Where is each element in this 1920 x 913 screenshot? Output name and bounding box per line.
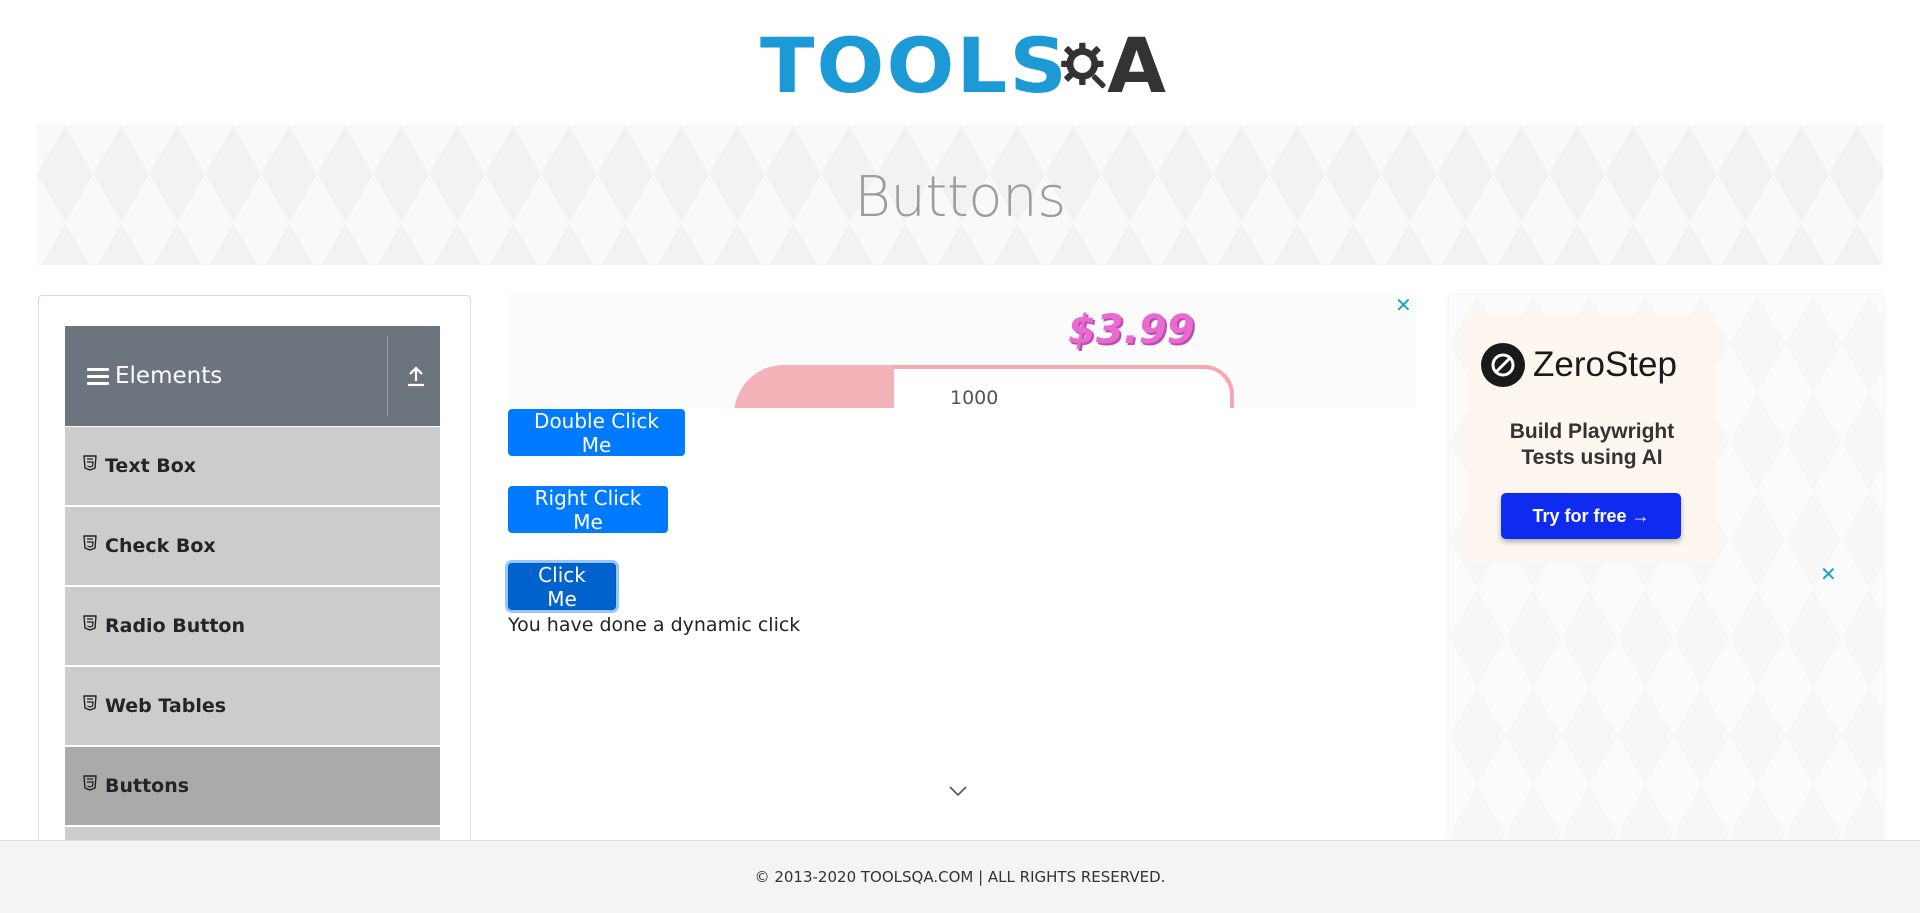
sidebar-item-label: Check Box xyxy=(105,535,216,557)
html5-icon xyxy=(83,455,97,471)
footer-copyright: © 2013-2020 TOOLSQA.COM | ALL RIGHTS RES… xyxy=(754,868,1166,886)
page-banner: Buttons xyxy=(37,125,1883,265)
sidebar-item-label: Web Tables xyxy=(105,695,227,717)
sidebar-item-text-box[interactable]: Text Box xyxy=(65,427,440,505)
logo-text-a: A xyxy=(1107,21,1166,110)
sidebar-item-check-box[interactable]: Check Box xyxy=(65,507,440,585)
right-click-button[interactable]: Right Click Me xyxy=(508,486,668,534)
ad-sidebar-right[interactable]: ZeroStep Build Playwright Tests using AI… xyxy=(1449,295,1883,840)
zerostep-ad-card[interactable]: ZeroStep Build Playwright Tests using AI… xyxy=(1467,313,1717,563)
sidebar-item-buttons[interactable]: Buttons xyxy=(65,747,440,825)
sidebar-item-radio-button[interactable]: Radio Button xyxy=(65,587,440,665)
zerostep-logo-icon xyxy=(1481,343,1525,387)
zerostep-logo: ZeroStep xyxy=(1481,343,1677,387)
zerostep-tagline: Build Playwright Tests using AI xyxy=(1467,419,1717,471)
chevron-down-icon[interactable] xyxy=(948,784,968,798)
try-for-free-button[interactable]: Try for free → xyxy=(1501,493,1681,539)
close-icon[interactable]: ✕ xyxy=(1820,562,1837,586)
sidebar-item-label: Radio Button xyxy=(105,615,245,637)
dynamic-click-message: You have done a dynamic click xyxy=(508,614,801,636)
sidebar: Elements Text Box Check Box Radio Button… xyxy=(38,295,471,855)
double-click-button[interactable]: Double Click Me xyxy=(508,409,685,457)
site-header: TOOLS A xyxy=(0,0,1920,125)
sidebar-item-web-tables[interactable]: Web Tables xyxy=(65,667,440,745)
sidebar-group-title: Elements xyxy=(115,363,223,389)
ad-text: 1000 xyxy=(950,387,999,408)
page-title: Buttons xyxy=(854,164,1066,230)
html5-icon xyxy=(83,775,97,791)
html5-icon xyxy=(83,615,97,631)
close-icon[interactable]: ✕ xyxy=(1395,293,1412,317)
header-divider xyxy=(387,336,388,416)
click-me-button[interactable]: Click Me xyxy=(508,563,616,611)
ad-graphic-fill xyxy=(734,365,894,408)
collapse-arrow-icon[interactable] xyxy=(405,364,427,388)
html5-icon xyxy=(83,535,97,551)
zerostep-brand: ZeroStep xyxy=(1533,345,1677,384)
sidebar-item-label: Text Box xyxy=(105,455,197,477)
hamburger-icon xyxy=(87,367,109,385)
logo-text-tools: TOOLS xyxy=(760,21,1069,110)
toolsqa-logo[interactable]: TOOLS A xyxy=(760,18,1166,114)
tagline-line-2: Tests using AI xyxy=(1521,446,1663,469)
tagline-line-1: Build Playwright xyxy=(1509,420,1675,443)
sidebar-menu: Text Box Check Box Radio Button Web Tabl… xyxy=(65,427,440,855)
site-footer: © 2013-2020 TOOLSQA.COM | ALL RIGHTS RES… xyxy=(0,840,1920,913)
sidebar-item-label: Buttons xyxy=(105,775,190,797)
ad-price: $3.99 xyxy=(1068,307,1195,353)
sidebar-group-elements[interactable]: Elements xyxy=(65,326,440,426)
html5-icon xyxy=(83,695,97,711)
ad-banner-top[interactable]: $3.99 1000 xyxy=(508,295,1416,408)
